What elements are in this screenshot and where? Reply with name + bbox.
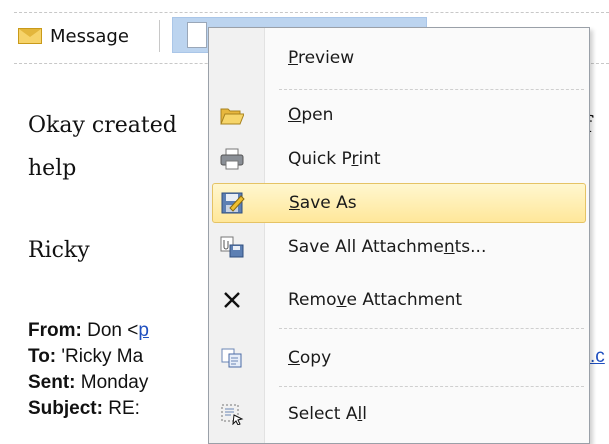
menu-item-label: Remove Attachment (288, 290, 463, 310)
from-label: From: (28, 320, 82, 341)
subject-value: RE: (108, 398, 140, 419)
save-as-icon (221, 191, 245, 215)
copy-icon (220, 346, 244, 370)
subject-line: Subject: RE: (28, 398, 140, 420)
menu-item-copy[interactable]: Copy (212, 338, 586, 378)
folder-open-icon (220, 103, 244, 127)
menu-item-preview[interactable]: Preview (212, 38, 586, 78)
to-email-link[interactable]: .c (590, 346, 605, 367)
menu-item-label: Select All (288, 404, 367, 424)
body-line-1: Okay created (28, 113, 177, 138)
body-line-2: help (28, 156, 77, 181)
attachment-context-menu: Preview Open Quick Print Save As Save Al… (208, 27, 590, 444)
document-icon (187, 22, 207, 48)
envelope-icon (18, 28, 42, 44)
menu-item-label: Save All Attachments... (288, 237, 487, 257)
from-line: From: Don <p (28, 320, 149, 342)
message-tab-label: Message (50, 25, 129, 47)
menu-separator (279, 386, 584, 387)
menu-separator (279, 328, 584, 329)
sent-value: Monday (80, 372, 149, 393)
divider (14, 12, 609, 13)
printer-icon (220, 147, 244, 171)
menu-item-open[interactable]: Open (212, 95, 586, 135)
message-tab[interactable]: Message (18, 23, 129, 49)
to-label: To: (28, 346, 57, 367)
sent-label: Sent: (28, 372, 76, 393)
menu-item-save-all-attachments[interactable]: Save All Attachments... (212, 227, 586, 267)
menu-item-label: Preview (288, 48, 355, 68)
sent-line: Sent: Monday (28, 372, 148, 394)
from-email-link[interactable]: p (138, 320, 149, 341)
menu-separator (279, 89, 584, 90)
menu-item-label: Open (288, 105, 334, 125)
menu-item-select-all[interactable]: Select All (212, 394, 586, 434)
remove-x-icon (220, 288, 244, 312)
menu-item-label: Quick Print (288, 149, 381, 169)
menu-item-quick-print[interactable]: Quick Print (212, 139, 586, 179)
save-all-icon (220, 235, 244, 259)
to-trailing-link-wrap: .c (590, 346, 605, 368)
menu-item-label: Copy (288, 348, 332, 368)
subject-label: Subject: (28, 398, 103, 419)
divider (159, 20, 160, 52)
select-all-icon (220, 402, 244, 426)
from-value: Don < (87, 320, 139, 341)
menu-item-save-as[interactable]: Save As (212, 183, 586, 223)
to-value: 'Ricky Ma (61, 346, 144, 367)
to-line: To: 'Ricky Ma (28, 346, 143, 368)
menu-item-label: Save As (289, 193, 357, 213)
menu-item-remove-attachment[interactable]: Remove Attachment (212, 280, 586, 320)
signature: Ricky (28, 238, 90, 263)
